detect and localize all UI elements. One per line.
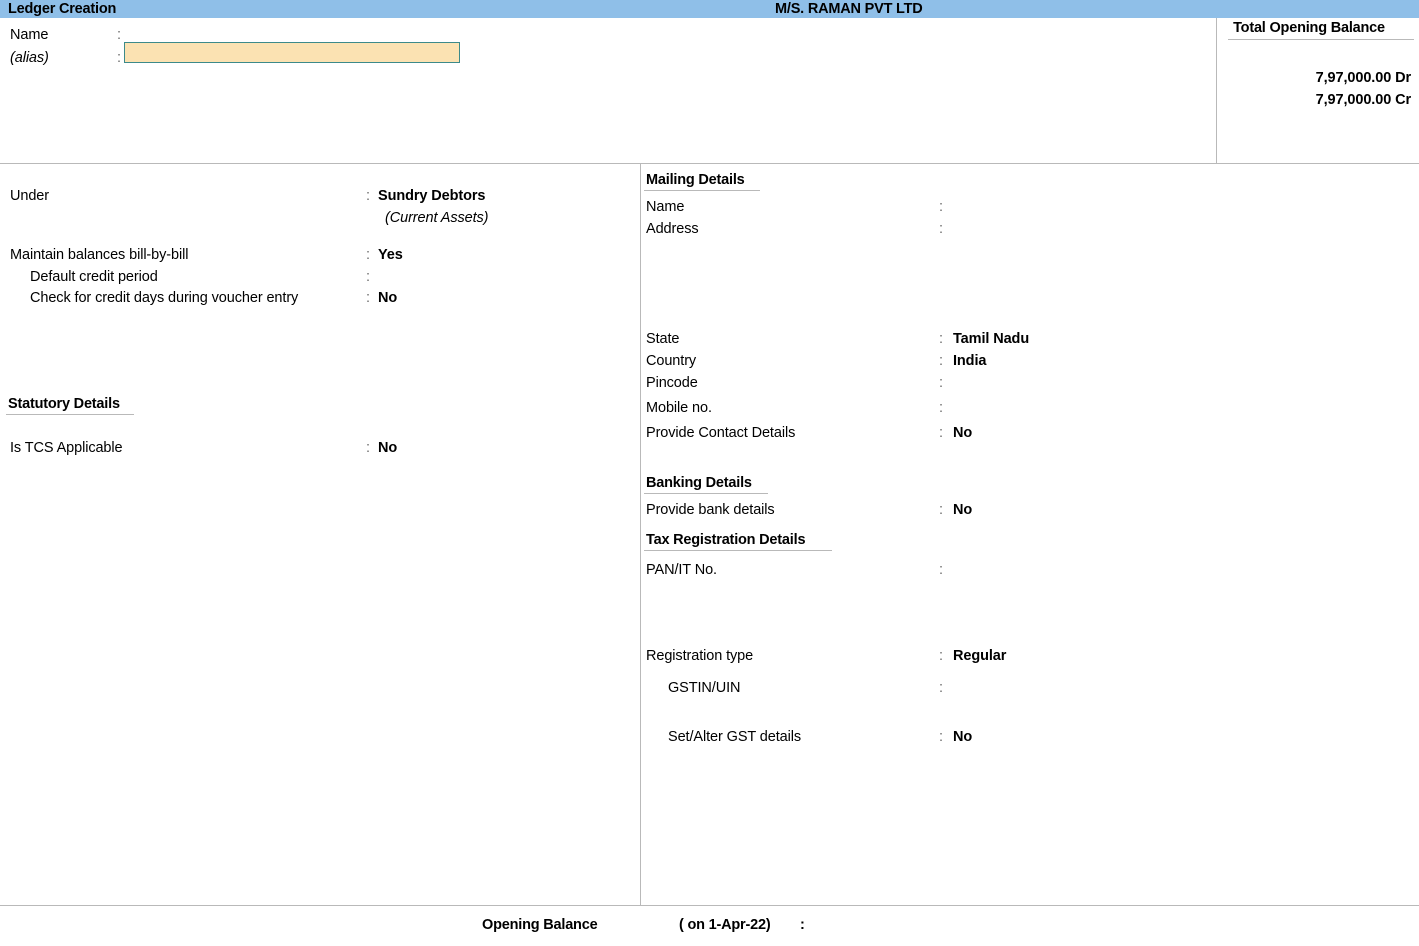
set-alter-gst-details-label: Set/Alter GST details: [668, 729, 802, 745]
mailing-details-rule: [644, 190, 760, 191]
check-credit-days-label: Check for credit days during voucher ent…: [30, 290, 299, 306]
top-panel-bottom-divider: [0, 163, 1419, 164]
opening-balance-label: Opening Balance: [482, 917, 598, 933]
provide-contact-details-value[interactable]: No: [953, 425, 972, 441]
banking-details-heading: Banking Details: [646, 475, 752, 491]
default-credit-period-label: Default credit period: [30, 269, 158, 285]
maintain-bill-by-bill-colon: :: [366, 247, 371, 263]
is-tcs-applicable-value[interactable]: No: [378, 440, 397, 456]
default-credit-period-colon: :: [366, 269, 371, 285]
pan-it-no-colon: :: [939, 562, 944, 578]
set-alter-gst-details-value[interactable]: No: [953, 729, 972, 745]
address-label: Address: [646, 221, 699, 237]
under-group-value: (Current Assets): [385, 210, 489, 226]
total-opening-balance-box: Total Opening Balance 7,97,000.00 Dr 7,9…: [1217, 18, 1419, 163]
pincode-label: Pincode: [646, 375, 698, 391]
name-label: Name: [10, 27, 49, 43]
total-opening-balance-title: Total Opening Balance: [1233, 20, 1385, 36]
is-tcs-applicable-label: Is TCS Applicable: [10, 440, 123, 456]
banking-details-rule: [644, 493, 768, 494]
alias-label: (alias): [10, 50, 49, 66]
maintain-bill-by-bill-label: Maintain balances bill-by-bill: [10, 247, 189, 263]
total-opening-balance-debit: 7,97,000.00 Dr: [1315, 70, 1411, 86]
alias-colon: :: [117, 50, 122, 66]
address-colon: :: [939, 221, 944, 237]
name-input[interactable]: [124, 42, 460, 63]
main-vertical-divider: [640, 164, 641, 906]
under-value[interactable]: Sundry Debtors: [378, 188, 485, 204]
top-panel-vertical-divider: [1216, 18, 1217, 163]
gstin-uin-colon: :: [939, 680, 944, 696]
check-credit-days-value[interactable]: No: [378, 290, 397, 306]
maintain-bill-by-bill-value[interactable]: Yes: [378, 247, 403, 263]
gstin-uin-label: GSTIN/UIN: [668, 680, 741, 696]
registration-type-value[interactable]: Regular: [953, 648, 1006, 664]
total-opening-balance-rule: [1228, 39, 1414, 40]
footer-top-divider: [0, 905, 1419, 906]
tax-registration-details-heading: Tax Registration Details: [646, 532, 806, 548]
provide-bank-details-colon: :: [939, 502, 944, 518]
state-colon: :: [939, 331, 944, 347]
state-value[interactable]: Tamil Nadu: [953, 331, 1029, 347]
opening-balance-as-on-label: ( on 1-Apr-22): [679, 917, 771, 933]
ledger-creation-screen: Ledger Creation M/S. RAMAN PVT LTD Name …: [0, 0, 1419, 946]
country-value[interactable]: India: [953, 353, 986, 369]
mailing-name-colon: :: [939, 199, 944, 215]
mobile-no-colon: :: [939, 400, 944, 416]
company-name: M/S. RAMAN PVT LTD: [775, 1, 923, 17]
statutory-details-heading: Statutory Details: [8, 396, 120, 412]
provide-bank-details-label: Provide bank details: [646, 502, 775, 518]
set-alter-gst-details-colon: :: [939, 729, 944, 745]
name-colon: :: [117, 27, 122, 43]
provide-contact-details-label: Provide Contact Details: [646, 425, 796, 441]
is-tcs-applicable-colon: :: [366, 440, 371, 456]
total-opening-balance-credit: 7,97,000.00 Cr: [1315, 92, 1411, 108]
state-label: State: [646, 331, 680, 347]
mailing-details-heading: Mailing Details: [646, 172, 745, 188]
tax-registration-details-rule: [644, 550, 832, 551]
mobile-no-label: Mobile no.: [646, 400, 712, 416]
provide-bank-details-value[interactable]: No: [953, 502, 972, 518]
pincode-colon: :: [939, 375, 944, 391]
statutory-details-rule: [6, 414, 134, 415]
country-colon: :: [939, 353, 944, 369]
opening-balance-colon: :: [800, 917, 805, 933]
check-credit-days-colon: :: [366, 290, 371, 306]
registration-type-colon: :: [939, 648, 944, 664]
registration-type-label: Registration type: [646, 648, 754, 664]
name-panel: Name : (alias) :: [0, 18, 1419, 163]
title-bar: Ledger Creation M/S. RAMAN PVT LTD: [0, 0, 1419, 18]
country-label: Country: [646, 353, 697, 369]
under-colon: :: [366, 188, 371, 204]
pan-it-no-label: PAN/IT No.: [646, 562, 717, 578]
under-label: Under: [10, 188, 49, 204]
provide-contact-details-colon: :: [939, 425, 944, 441]
screen-title: Ledger Creation: [8, 1, 117, 17]
mailing-name-label: Name: [646, 199, 685, 215]
